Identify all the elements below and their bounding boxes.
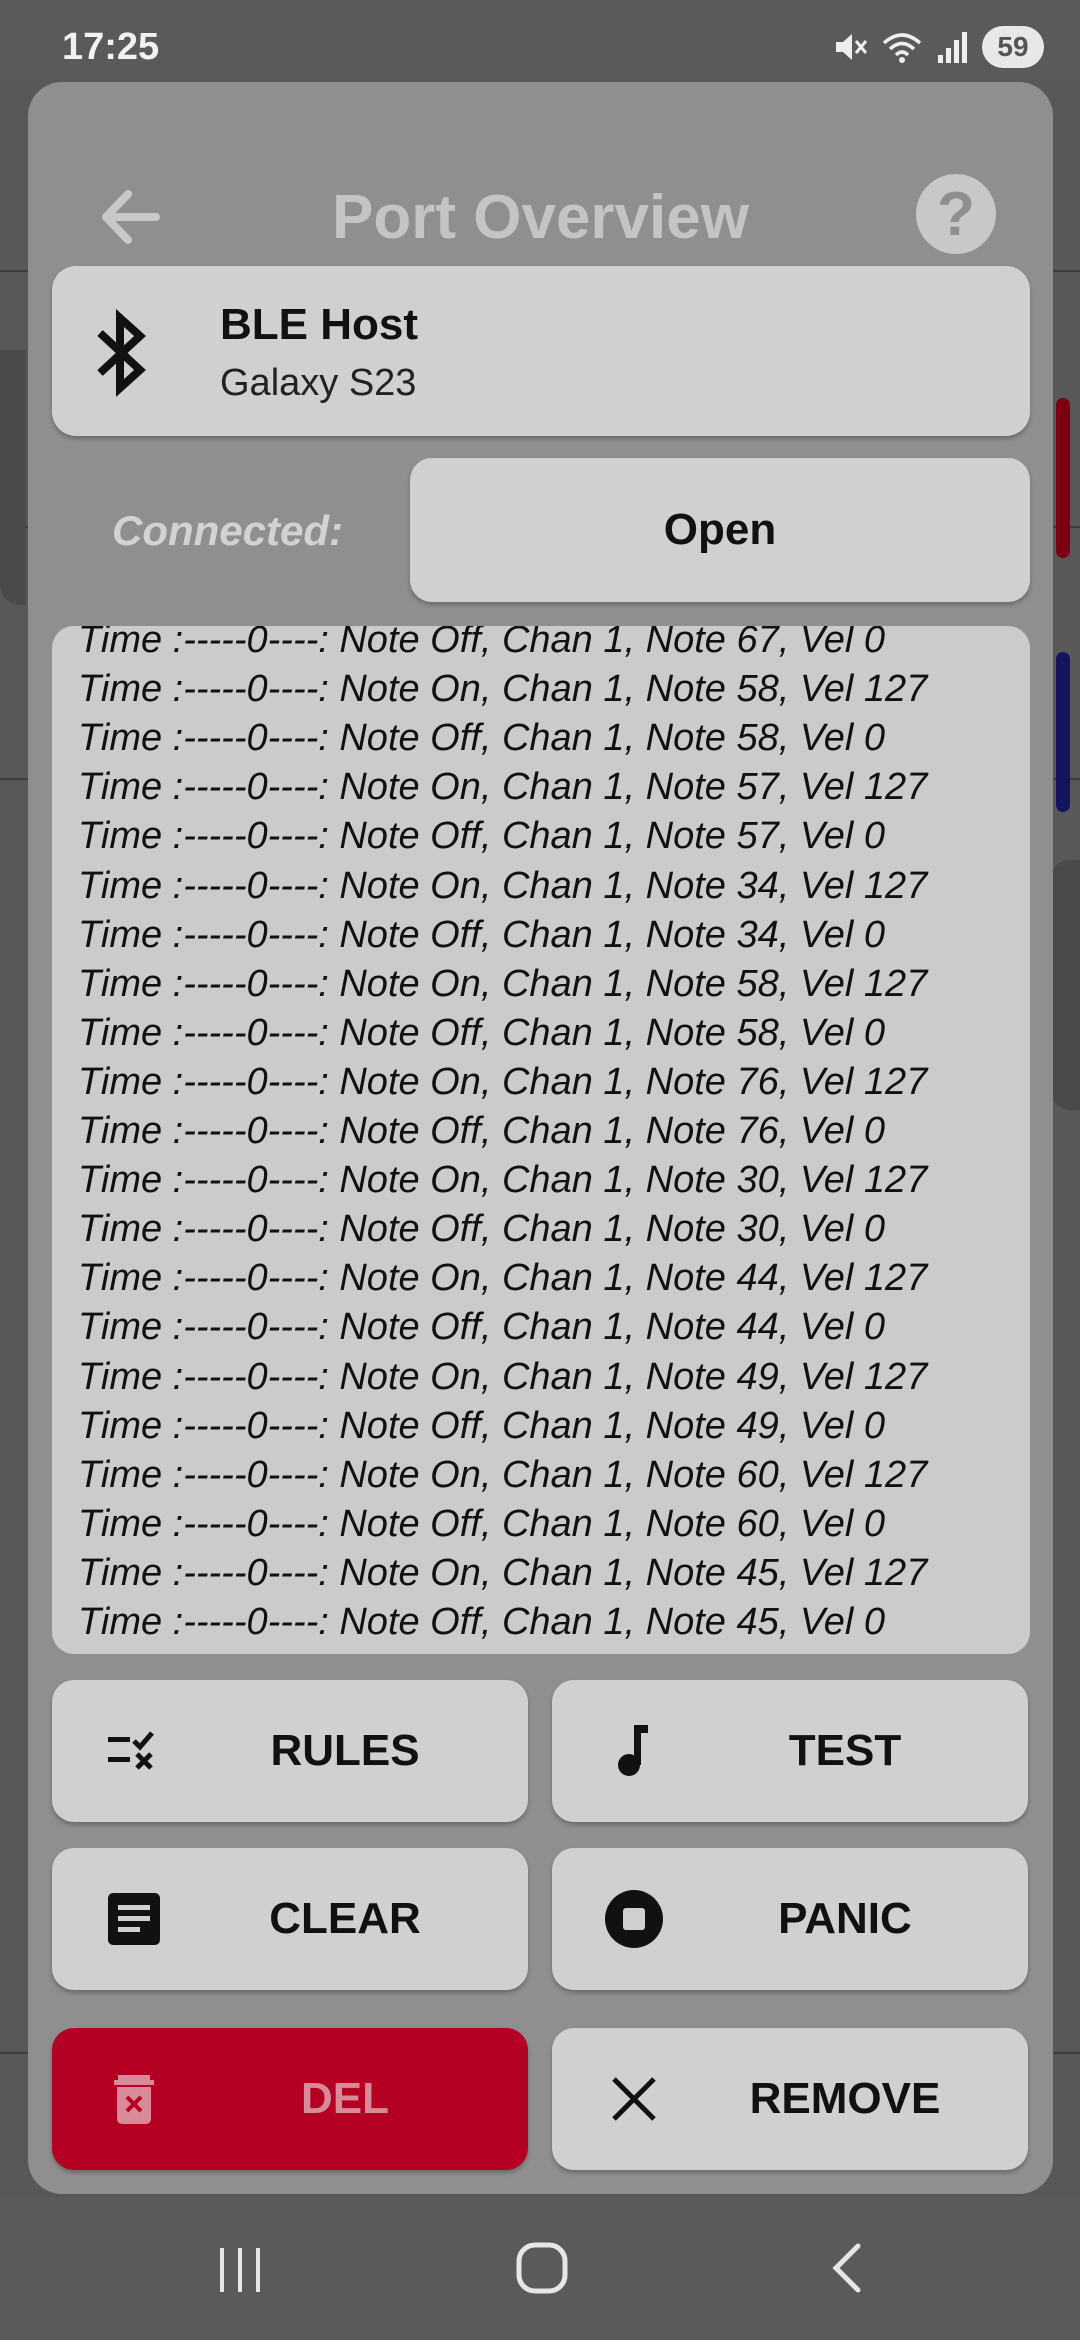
test-label: TEST: [788, 1726, 902, 1775]
log-line: Time :-----0----: Note Off, Chan 1, Note…: [78, 717, 886, 760]
connected-label: Connected:: [112, 507, 343, 554]
help-icon[interactable]: ?: [916, 174, 996, 254]
rules-icon: [108, 1731, 154, 1770]
wifi-icon: [882, 33, 922, 63]
log-line: Time :-----0----: Note Off, Chan 1, Note…: [78, 1502, 886, 1545]
log-line: Time :-----0----: Note On, Chan 1, Note …: [78, 1159, 928, 1202]
log-line: Time :-----0----: Note Off, Chan 1, Note…: [78, 1601, 886, 1643]
log-line: Time :-----0----: Note On, Chan 1, Note …: [78, 1551, 928, 1594]
port-overview-dialog: Port Overview ? BLE Host Galaxy S23 Conn…: [28, 82, 1053, 2194]
host-device: Galaxy S23: [220, 362, 417, 404]
mute-icon: [836, 34, 868, 60]
status-bar: 17:25 59: [0, 0, 1080, 80]
battery-indicator: 59: [982, 26, 1044, 68]
dialog-title: Port Overview: [332, 183, 749, 252]
log-line: Time :-----0----: Note On, Chan 1, Note …: [78, 1453, 928, 1496]
home-icon[interactable]: [514, 2240, 570, 2296]
rules-label: RULES: [270, 1726, 420, 1775]
open-button[interactable]: Open: [410, 458, 1030, 602]
log-line: Time :-----0----: Note Off, Chan 1, Note…: [78, 815, 886, 858]
delete-button[interactable]: DEL: [52, 2028, 528, 2170]
signal-icon: [938, 32, 967, 63]
log-line: Time :-----0----: Note Off, Chan 1, Note…: [78, 1011, 886, 1054]
log-line: Time :-----0----: Note Off, Chan 1, Note…: [78, 1110, 886, 1152]
log-line: Time :-----0----: Note Off, Chan 1, Note…: [78, 1208, 886, 1251]
stop-icon: [605, 1890, 663, 1948]
log-line: Time :-----0----: Note Off, Chan 1, Note…: [78, 913, 886, 956]
clear-label: CLEAR: [269, 1894, 421, 1943]
music-note-icon: [618, 1725, 648, 1776]
test-button[interactable]: TEST: [552, 1680, 1028, 1822]
panic-button[interactable]: PANIC: [552, 1848, 1028, 1990]
host-card[interactable]: BLE Host Galaxy S23: [52, 266, 1030, 436]
status-time: 17:25: [62, 26, 160, 68]
close-icon: [612, 2077, 656, 2121]
log-line: Time :-----0----: Note On, Chan 1, Note …: [78, 1257, 928, 1300]
midi-log[interactable]: Time :-----0----: Note Off, Chan 1, Note…: [52, 626, 1030, 1654]
remove-label: REMOVE: [749, 2074, 941, 2123]
bluetooth-icon: [97, 309, 146, 397]
host-name: BLE Host: [220, 300, 418, 349]
log-line: Time :-----0----: Note On, Chan 1, Note …: [78, 962, 928, 1005]
log-line: Time :-----0----: Note Off, Chan 1, Note…: [78, 1404, 886, 1447]
log-line: Time :-----0----: Note On, Chan 1, Note …: [78, 1355, 928, 1398]
recents-icon[interactable]: [212, 2242, 268, 2298]
delete-label: DEL: [301, 2074, 389, 2123]
rules-button[interactable]: RULES: [52, 1680, 528, 1822]
log-line: Time :-----0----: Note On, Chan 1, Note …: [78, 1060, 928, 1103]
navigation-bar: [0, 2196, 1080, 2340]
log-line: Time :-----0----: Note On, Chan 1, Note …: [78, 668, 928, 711]
clear-button[interactable]: CLEAR: [52, 1848, 528, 1990]
remove-button[interactable]: REMOVE: [552, 2028, 1028, 2170]
status-icons: 59: [832, 22, 1044, 72]
trash-icon: [114, 2075, 154, 2124]
panic-label: PANIC: [778, 1894, 912, 1943]
log-line: Time :-----0----: Note On, Chan 1, Note …: [78, 864, 928, 907]
document-icon: [108, 1893, 160, 1945]
nav-back-icon[interactable]: [820, 2240, 876, 2296]
log-line: Time :-----0----: Note Off, Chan 1, Note…: [78, 626, 886, 661]
log-line: Time :-----0----: Note Off, Chan 1, Note…: [78, 1306, 886, 1349]
log-line: Time :-----0----: Note On, Chan 1, Note …: [78, 766, 928, 809]
